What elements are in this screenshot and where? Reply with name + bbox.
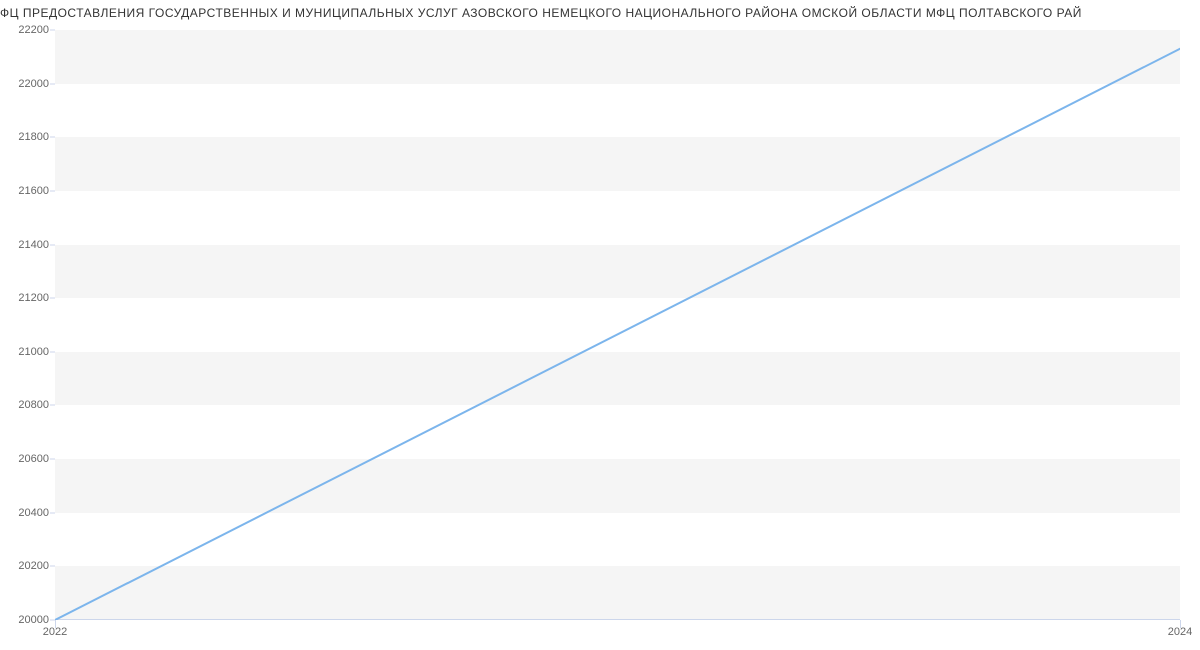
- y-tick-mark: [50, 190, 55, 191]
- y-tick-mark: [50, 30, 55, 31]
- y-tick-mark: [50, 83, 55, 84]
- y-tick-mark: [50, 351, 55, 352]
- x-tick-mark: [1180, 620, 1181, 628]
- chart-title: ФЦ ПРЕДОСТАВЛЕНИЯ ГОСУДАРСТВЕННЫХ И МУНИ…: [0, 6, 1200, 20]
- data-line: [55, 30, 1180, 620]
- series-segment: [55, 49, 1180, 620]
- y-tick-mark: [50, 244, 55, 245]
- y-tick-mark: [50, 137, 55, 138]
- plot-area: 2000020200204002060020800210002120021400…: [55, 30, 1180, 620]
- y-tick-mark: [50, 566, 55, 567]
- y-tick-mark: [50, 405, 55, 406]
- y-tick-mark: [50, 512, 55, 513]
- x-tick-mark: [55, 620, 56, 628]
- y-tick-mark: [50, 459, 55, 460]
- y-tick-mark: [50, 298, 55, 299]
- chart-container: ФЦ ПРЕДОСТАВЛЕНИЯ ГОСУДАРСТВЕННЫХ И МУНИ…: [0, 0, 1200, 650]
